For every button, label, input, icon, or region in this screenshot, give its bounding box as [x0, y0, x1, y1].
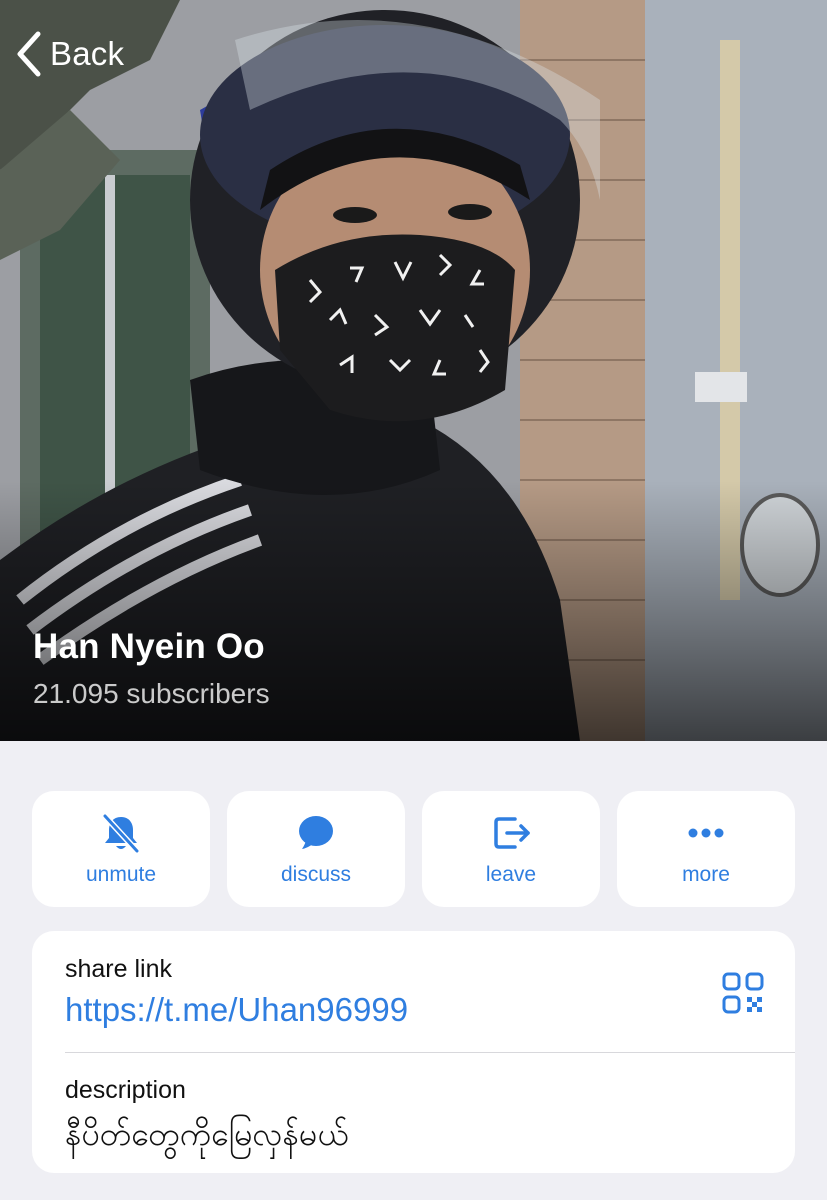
bell-slash-icon	[102, 813, 140, 854]
description-text: နီပိတ်တွေကိုမြေလှန်မယ်	[65, 1116, 349, 1152]
more-label: more	[682, 863, 730, 886]
channel-info-card: share link https://t.me/Uhan96999 descri…	[32, 931, 795, 1173]
chat-bubble-icon	[299, 816, 333, 849]
channel-title: Han Nyein Oo	[33, 627, 265, 666]
share-link-caption: share link	[65, 955, 172, 983]
back-label: Back	[50, 35, 125, 72]
unmute-button[interactable]: unmute	[32, 791, 210, 907]
share-link[interactable]: https://t.me/Uhan96999	[65, 991, 408, 1029]
info-divider	[65, 1052, 795, 1053]
action-bar: unmute discuss leave more	[32, 791, 795, 907]
leave-label: leave	[485, 863, 537, 886]
qr-code-icon[interactable]	[721, 971, 765, 1015]
ellipsis-icon	[688, 828, 724, 838]
discuss-label: discuss	[280, 863, 352, 886]
leave-button[interactable]: leave	[422, 791, 600, 907]
leave-door-icon	[494, 817, 530, 849]
description-caption: description	[65, 1076, 186, 1104]
unmute-label: unmute	[85, 863, 157, 886]
back-button[interactable]: Back	[14, 28, 124, 80]
more-button[interactable]: more	[617, 791, 795, 907]
subscriber-count: 21.095 subscribers	[33, 678, 270, 709]
channel-cover-photo: Back Han Nyein Oo 21.095 subscribers	[0, 0, 827, 741]
chevron-left-icon	[17, 31, 41, 77]
discuss-button[interactable]: discuss	[227, 791, 405, 907]
